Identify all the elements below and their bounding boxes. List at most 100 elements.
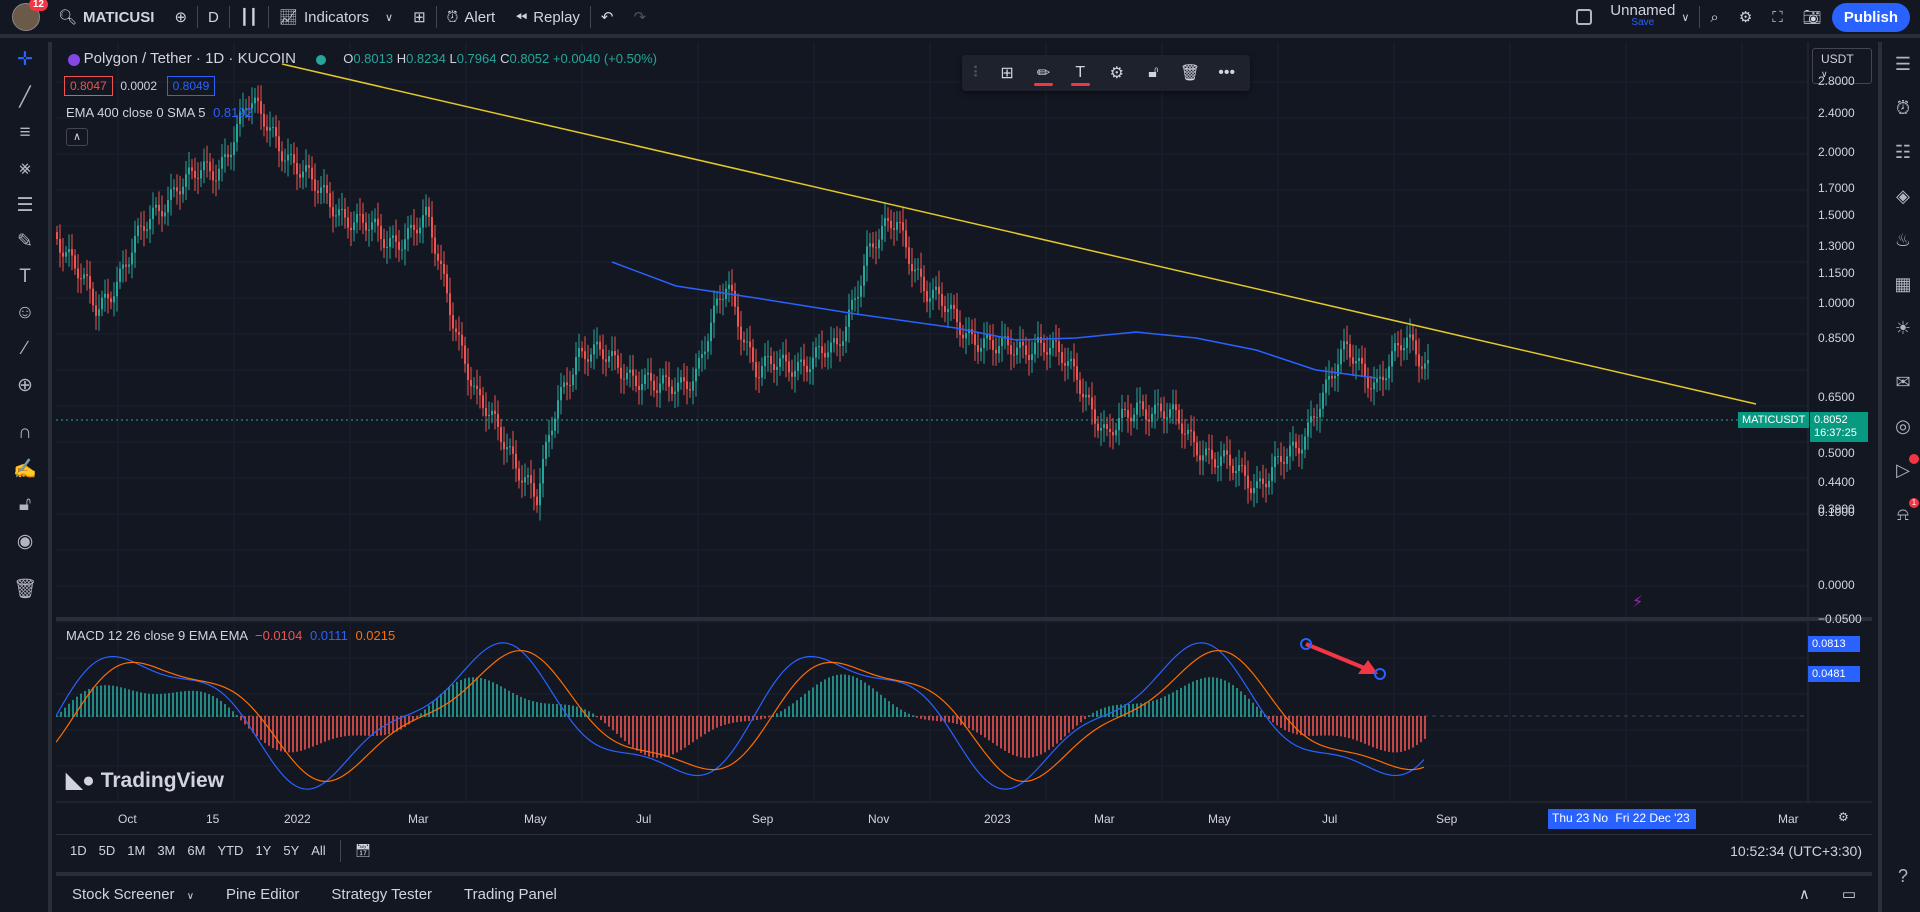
price-tick: 0.8500 [1818,331,1855,345]
line-color-icon[interactable]: ✏ [1030,59,1057,87]
time-tick: Mar [1778,812,1799,826]
candle-body [1091,397,1093,410]
range-button-all[interactable]: All [305,843,331,858]
layout-menu[interactable]: Unnamed Save ∨ [1566,0,1699,36]
range-button-1d[interactable]: 1D [64,843,93,858]
quick-search-button[interactable]: ⌕ [1700,0,1728,36]
candle-body [1319,408,1321,418]
brush-icon[interactable]: ✎ [12,228,38,254]
lock-icon[interactable]: 🔓︎ [12,492,38,518]
tab-pine-editor[interactable]: Pine Editor [210,886,315,903]
tab-stock-screener[interactable]: Stock Screener ∨ [56,886,210,903]
candle-body [419,227,421,234]
range-button-1y[interactable]: 1Y [249,843,277,858]
goto-date-icon[interactable]: 📅︎ [349,843,378,859]
range-button-6m[interactable]: 6M [181,843,211,858]
prediction-icon[interactable]: ☰ [12,192,38,218]
replay-icon[interactable]: ▷ [1889,454,1919,484]
range-button-5y[interactable]: 5Y [277,843,305,858]
tab-trading-panel[interactable]: Trading Panel [448,886,573,903]
macd-histogram-bar [1384,716,1386,752]
collapse-legend-button[interactable]: ∧ [66,128,88,146]
help-icon[interactable]: ? [1889,862,1917,890]
notifications-icon[interactable]: ⍾ 1 [1889,498,1919,528]
trash-icon[interactable]: 🗑︎ [1177,59,1204,87]
compare-button[interactable]: ⊕ [164,0,197,36]
tab-strategy-tester[interactable]: Strategy Tester [315,886,448,903]
publish-button[interactable]: Publish [1831,2,1910,32]
candle-body [296,163,298,175]
unlock-icon[interactable]: 🔓︎ [1140,59,1167,87]
lock-drawing-icon[interactable]: ✍ [12,456,38,482]
candle-body [221,156,223,169]
calendar-icon[interactable]: ▦ [1889,270,1917,298]
trendline-icon[interactable]: ╱ [12,84,38,110]
alerts-icon[interactable]: ⏰︎ [1889,94,1917,122]
emoji-icon[interactable]: ☺ [12,300,38,326]
candle-body [908,247,910,264]
buy-button[interactable]: 0.8049 [166,76,216,96]
templates-button[interactable]: ⊞ [403,0,436,36]
ruler-icon[interactable]: ∕ [12,336,38,362]
fullscreen-button[interactable]: ⛶ [1762,0,1793,36]
layers-icon[interactable]: ◈ [1889,182,1917,210]
snapshot-button[interactable]: 📷︎ [1793,0,1832,36]
candle-body [1076,366,1078,380]
replay-button[interactable]: ⏪︎ Replay [505,0,590,36]
text-color-icon[interactable]: T [1067,59,1094,87]
range-button-ytd[interactable]: YTD [211,843,249,858]
macd-histogram-bar [356,716,358,736]
macd-histogram-bar [1316,716,1318,736]
crosshair-icon[interactable]: ✛ [12,46,38,72]
chart-pane[interactable]: Polygon / Tether · 1D · KUCOIN O0.8013 H… [56,42,1872,832]
news-icon[interactable]: ☷ [1889,138,1917,166]
eye-icon[interactable]: ◉ [12,528,38,554]
chart-canvas[interactable] [56,42,1872,832]
macd-histogram-bar [1164,696,1166,717]
candle-body [1232,465,1234,474]
range-button-3m[interactable]: 3M [151,843,181,858]
ideas-icon[interactable]: ☀ [1889,314,1917,342]
trash-icon[interactable]: 🗑︎ [12,576,38,602]
maximize-panel-icon[interactable]: ▭ [1826,885,1872,903]
add-template-icon[interactable]: ⊞ [994,59,1021,87]
candle-body [386,246,388,248]
bottom-panel-tabs: Stock Screener ∨ Pine Editor Strategy Te… [56,872,1872,912]
range-button-1m[interactable]: 1M [121,843,151,858]
macd-histogram-bar [904,711,906,717]
fib-icon[interactable]: ≡ [12,120,38,146]
drag-handle-icon[interactable]: ⠇ [972,59,984,87]
user-avatar[interactable]: 12 [12,0,48,31]
sell-button[interactable]: 0.8047 [64,76,113,96]
candle-body [1169,409,1171,418]
text-icon[interactable]: T [12,264,38,290]
watchlist-icon[interactable]: ☰ [1889,50,1917,78]
candle-body [752,347,754,362]
redo-button[interactable]: ↷ [624,0,657,36]
timezone-clock[interactable]: 10:52:34 (UTC+3:30) [1730,843,1862,859]
gear-icon[interactable]: ⚙ [1104,59,1131,87]
indicators-button[interactable]: 📈︎ Indicators ∨ [269,0,403,36]
range-button-5d[interactable]: 5D [93,843,122,858]
price-tick: 2.8000 [1818,74,1855,88]
axis-settings-icon[interactable]: ⚙ [1838,810,1849,824]
more-icon[interactable]: ••• [1213,59,1240,87]
alert-button[interactable]: ⏰︎ Alert [437,0,506,36]
symbol-search[interactable]: 🔍︎ MATICUSI [48,0,164,36]
candle-body [1109,428,1111,433]
pattern-icon[interactable]: ⨳ [12,156,38,182]
ohlc-h-label: H [396,51,407,66]
undo-button[interactable]: ↶ [591,0,624,36]
chart-type-button[interactable]: ┃┃ [230,0,268,36]
magnet-icon[interactable]: ∩ [12,420,38,446]
hotlist-icon[interactable]: ♨ [1889,226,1917,254]
settings-button[interactable]: ⚙ [1729,0,1762,36]
collapse-panel-icon[interactable]: ∧ [1783,885,1826,903]
chat-icon[interactable]: ✉ [1889,368,1917,396]
candle-body [605,359,607,362]
price-tick: 2.0000 [1818,145,1855,159]
streams-icon[interactable]: ◎ [1889,412,1917,440]
lightning-icon[interactable]: ⚡︎ [1632,592,1643,612]
interval-button[interactable]: D [198,0,229,36]
zoom-icon[interactable]: ⊕ [12,372,38,398]
